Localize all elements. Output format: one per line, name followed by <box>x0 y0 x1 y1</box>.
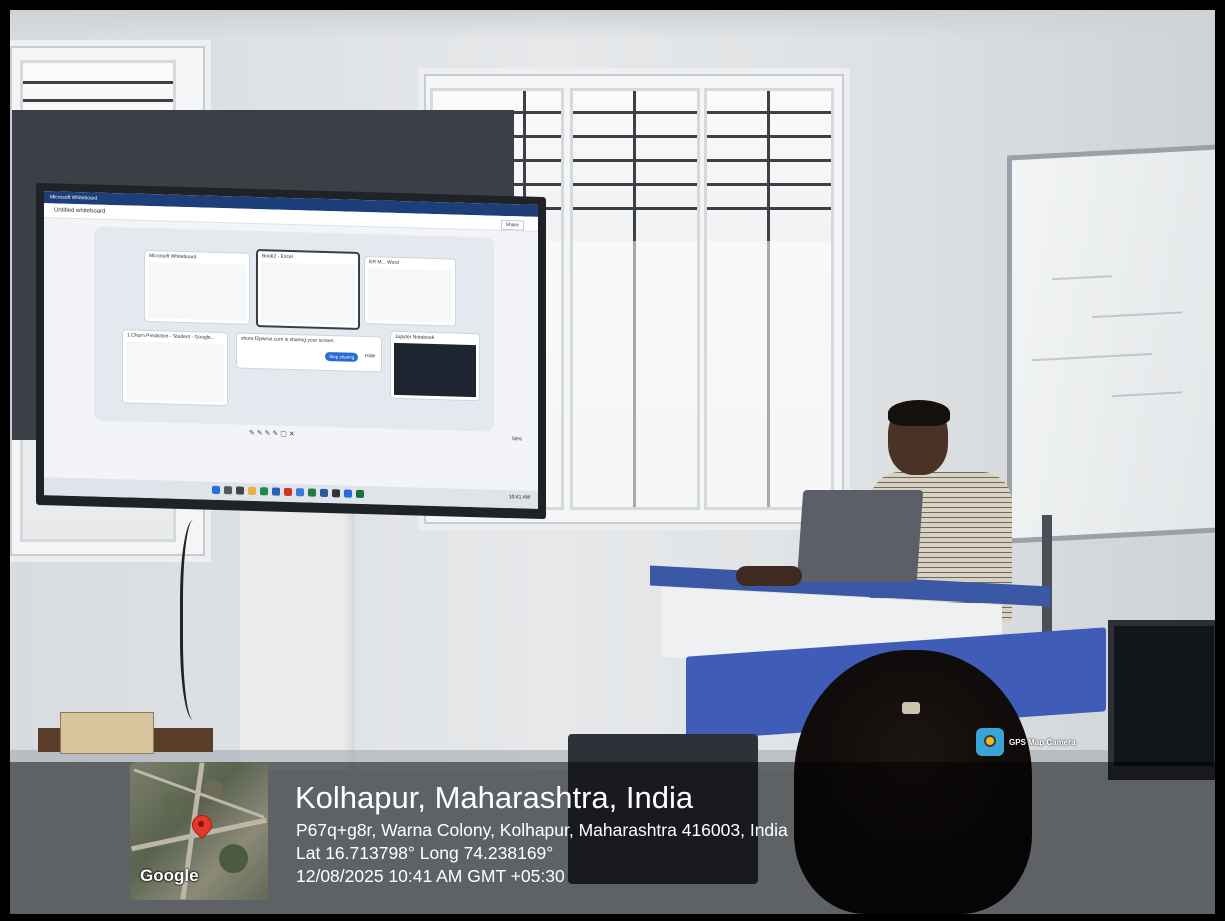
teacher-laptop <box>796 490 924 582</box>
stop-sharing-button: Stop sharing <box>325 351 359 362</box>
gps-camera-icon <box>976 728 1004 756</box>
student-laptop-screen <box>1114 626 1214 766</box>
teacher-hand <box>736 566 802 586</box>
cardboard-box <box>60 712 154 754</box>
gps-map-camera-badge: GPS Map Camera <box>976 728 1076 756</box>
whiteboard-stand <box>1042 515 1052 635</box>
ink-toolbar: ✎ ✎ ✎ ✎ ▢ ✕ <box>249 429 295 439</box>
thumb-word: ER M... Word <box>364 256 456 327</box>
thumb-excel: Book2 - Excel <box>256 249 360 330</box>
map-brand: Google <box>140 866 199 885</box>
thumb-share-notice: shore.f2pwrse.com is sharing your screen… <box>236 332 382 373</box>
thumb-jupyter: Jupyter Notebook <box>390 330 480 402</box>
power-cable <box>180 520 213 720</box>
tv-screen: Microsoft Whiteboard Untitled whiteboard… <box>44 191 538 509</box>
thumb-share-label: shore.f2pwrse.com is sharing your screen… <box>241 335 335 345</box>
hair-clip <box>902 702 920 714</box>
screen-taskbar: 10:41 AM <box>44 477 538 509</box>
location-coordinates: Lat 16.713798° Long 74.238169° <box>296 843 554 863</box>
thumb-whiteboard: Microsoft Whiteboard <box>144 249 250 325</box>
location-address: P67q+g8r, Warna Colony, Kolhapur, Mahara… <box>296 820 788 840</box>
gps-badge-label: GPS Map Camera <box>1009 737 1076 747</box>
screen-task-view: Microsoft Whiteboard Book2 - Excel ER M.… <box>94 226 494 432</box>
zoom-level: 56% <box>511 436 522 443</box>
teacher-hair <box>888 400 950 426</box>
screen-share-button: Share <box>500 219 524 231</box>
tv-stand-pillar <box>240 500 355 780</box>
wall-whiteboard <box>1007 144 1215 544</box>
taskbar-clock: 10:41 AM <box>508 494 530 501</box>
location-title: Kolhapur, Maharashtra, India <box>295 780 694 815</box>
smart-tv: Microsoft Whiteboard Untitled whiteboard… <box>36 182 546 520</box>
thumb-chrome: 1.Churn Prediction - Student - Google... <box>122 329 228 407</box>
photo-frame: Microsoft Whiteboard Untitled whiteboard… <box>10 10 1215 914</box>
location-datetime: 12/08/2025 10:41 AM GMT +05:30 <box>296 866 565 886</box>
ceiling-shadow <box>10 10 1215 40</box>
map-pin-dot <box>198 821 204 827</box>
hide-button: Hide <box>365 353 376 360</box>
